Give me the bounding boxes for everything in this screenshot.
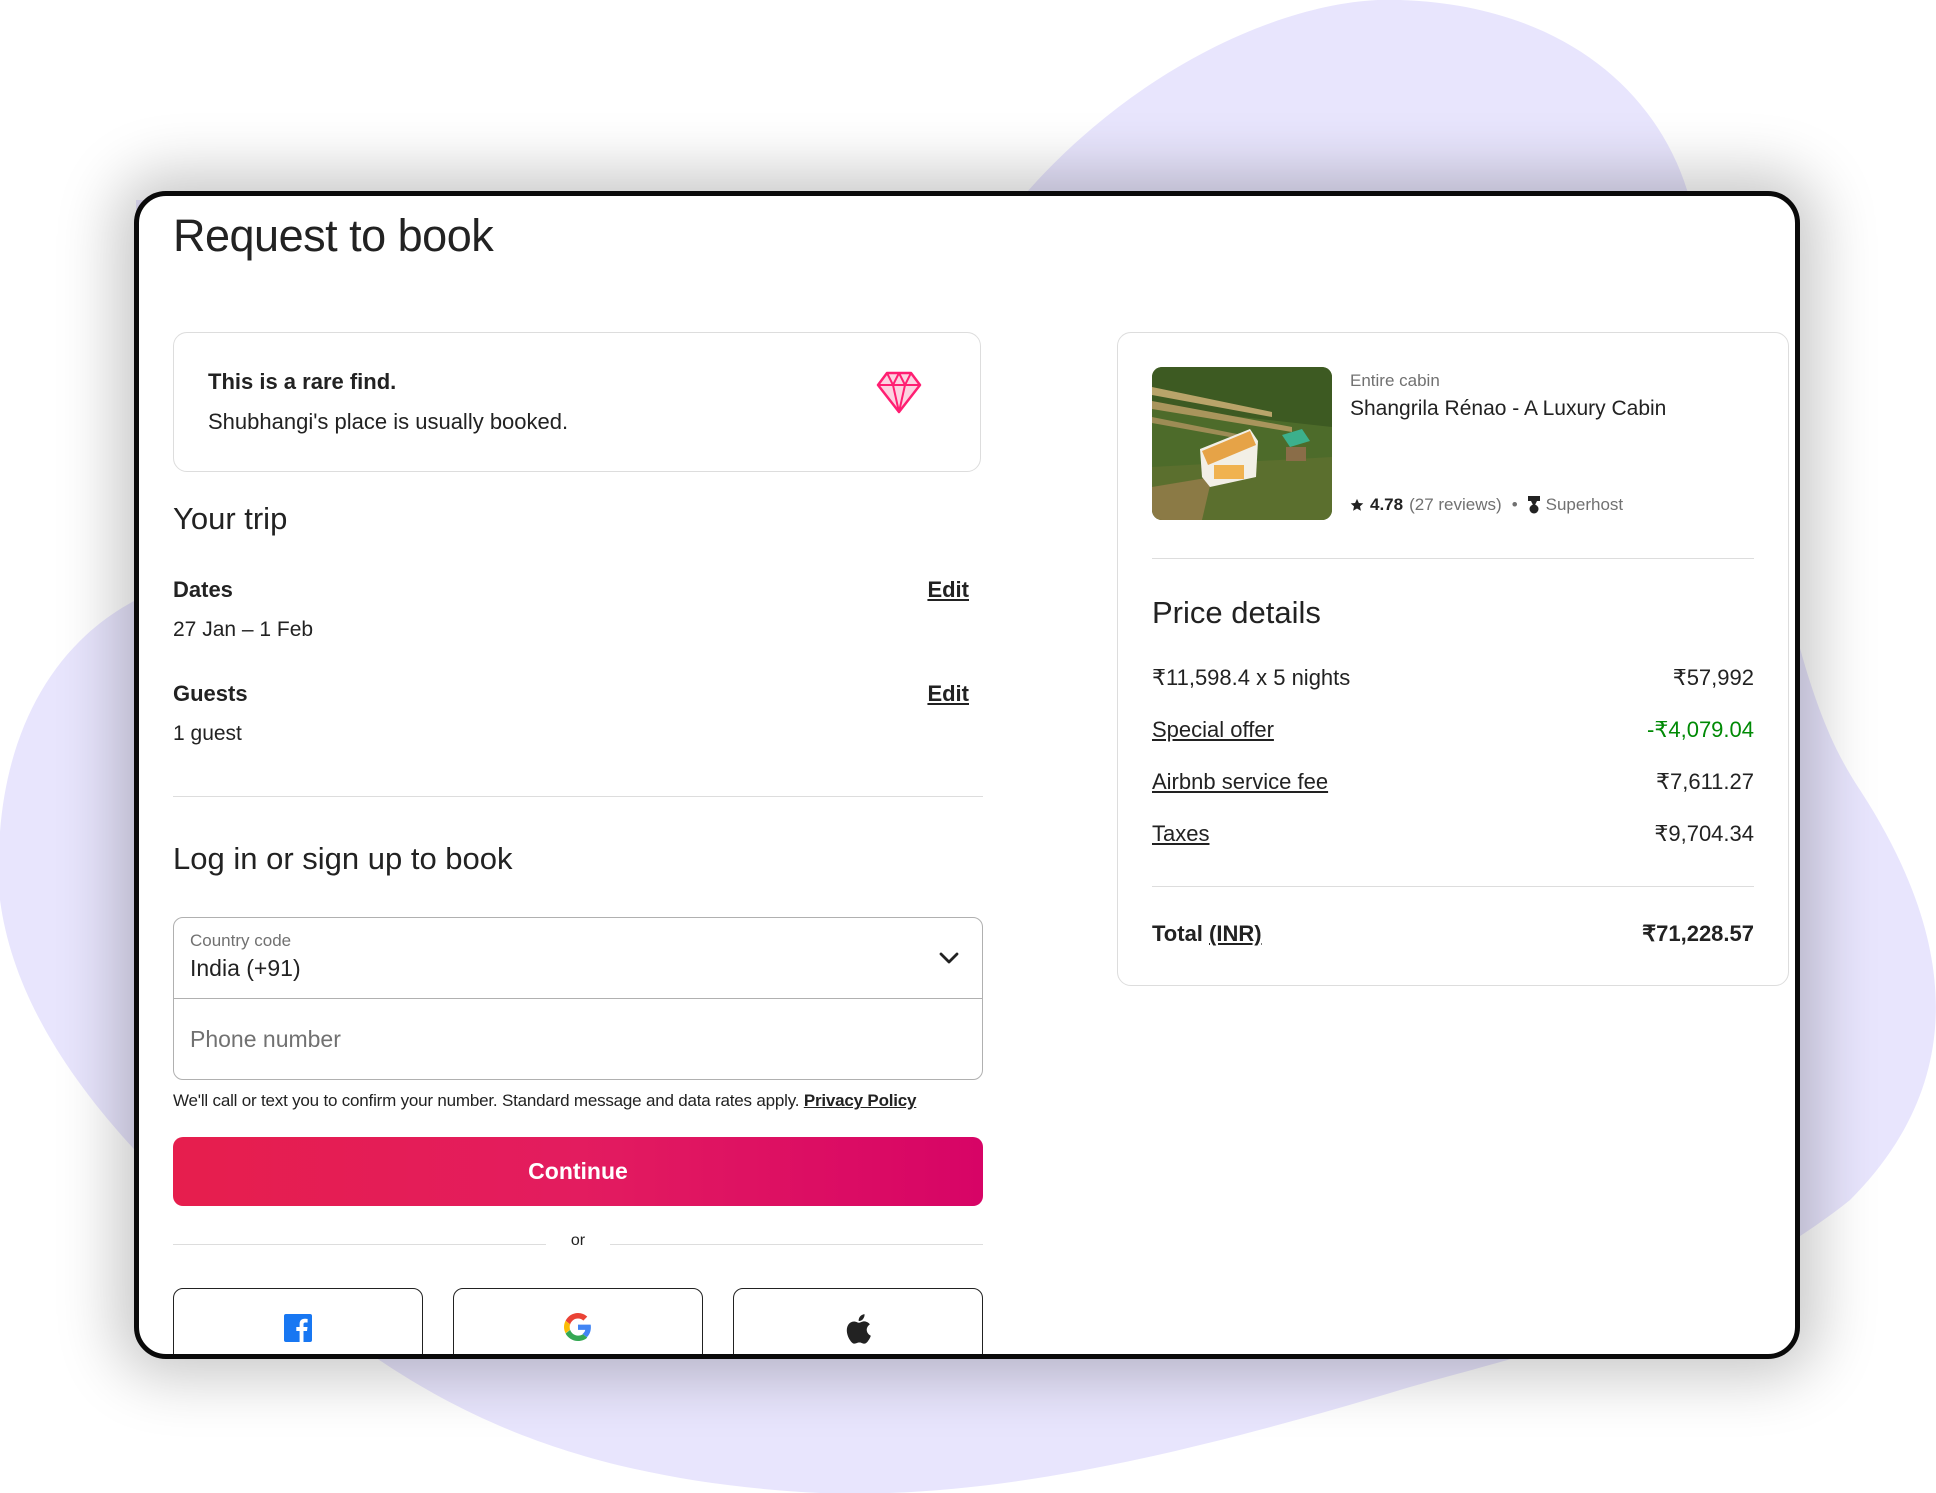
price-row-service-fee: Airbnb service fee ₹7,611.27 xyxy=(1152,769,1754,799)
section-divider xyxy=(173,796,983,797)
price-row-amount: -₹4,079.04 xyxy=(1647,717,1754,742)
special-offer-link[interactable]: Special offer xyxy=(1152,717,1274,747)
dates-label: Dates xyxy=(173,577,233,602)
superhost-badge: Superhost xyxy=(1545,495,1624,514)
price-row-special-offer: Special offer -₹4,079.04 xyxy=(1152,717,1754,747)
price-row-amount: ₹57,992 xyxy=(1672,665,1754,690)
price-row-total: Total (INR) ₹71,228.57 xyxy=(1152,921,1754,951)
browser-frame: Request to book This is a rare find. Shu… xyxy=(134,191,1800,1359)
listing-photo xyxy=(1152,367,1332,520)
price-row-amount: ₹7,611.27 xyxy=(1655,769,1754,794)
country-code-select[interactable]: Country code India (+91) xyxy=(174,918,982,999)
price-row-nights: ₹11,598.4 x 5 nights ₹57,992 xyxy=(1152,665,1754,695)
phone-note-text: We'll call or text you to confirm your n… xyxy=(173,1091,800,1110)
service-fee-link[interactable]: Airbnb service fee xyxy=(1152,769,1328,799)
listing-summary-card: Entire cabin Shangrila Rénao - A Luxury … xyxy=(1117,332,1789,986)
country-code-label: Country code xyxy=(190,931,292,950)
phone-note: We'll call or text you to confirm your n… xyxy=(173,1091,917,1111)
listing-rating: 4.78 (27 reviews) • Superhost xyxy=(1350,495,1623,515)
taxes-link[interactable]: Taxes xyxy=(1152,821,1209,851)
or-label: or xyxy=(570,1232,586,1249)
edit-guests-link[interactable]: Edit xyxy=(927,681,969,707)
google-icon xyxy=(564,1313,591,1341)
superhost-icon xyxy=(1527,496,1540,514)
rating-separator: • xyxy=(1511,495,1518,514)
currency-link[interactable]: (INR) xyxy=(1209,921,1262,946)
star-icon xyxy=(1350,498,1364,511)
rating-value: 4.78 xyxy=(1370,495,1404,514)
rare-find-card: This is a rare find. Shubhangi's place i… xyxy=(173,332,981,472)
card-divider xyxy=(1152,558,1754,559)
page-title: Request to book xyxy=(173,210,494,261)
price-row-taxes: Taxes ₹9,704.34 xyxy=(1152,821,1754,851)
total-label: Total xyxy=(1152,921,1203,946)
diamond-icon xyxy=(876,371,922,414)
login-heading: Log in or sign up to book xyxy=(173,841,513,876)
total-divider xyxy=(1152,886,1754,887)
guests-label: Guests xyxy=(173,681,248,706)
guests-value: 1 guest xyxy=(173,722,242,745)
total-label-group: Total (INR) xyxy=(1152,921,1262,951)
price-details-heading: Price details xyxy=(1152,595,1321,630)
review-count: (27 reviews) xyxy=(1409,495,1502,514)
apple-login-button[interactable] xyxy=(733,1288,983,1354)
google-login-button[interactable] xyxy=(453,1288,703,1354)
or-separator: or xyxy=(173,1232,983,1256)
phone-form: Country code India (+91) xyxy=(173,917,983,1080)
listing-type: Entire cabin xyxy=(1350,371,1440,390)
dates-value: 27 Jan – 1 Feb xyxy=(173,618,314,641)
your-trip-heading: Your trip xyxy=(173,501,288,536)
listing-name: Shangrila Rénao - A Luxury Cabin xyxy=(1350,397,1667,420)
apple-icon xyxy=(846,1314,871,1344)
total-amount: ₹71,228.57 xyxy=(1642,921,1754,946)
phone-number-input[interactable] xyxy=(174,999,982,1079)
rare-find-subtitle: Shubhangi's place is usually booked. xyxy=(208,409,569,434)
chevron-down-icon xyxy=(939,952,959,964)
country-code-value: India (+91) xyxy=(190,955,301,981)
facebook-icon xyxy=(284,1314,312,1342)
facebook-login-button[interactable] xyxy=(173,1288,423,1354)
continue-button[interactable]: Continue xyxy=(173,1137,983,1206)
rare-find-title: This is a rare find. xyxy=(208,369,397,394)
privacy-policy-link[interactable]: Privacy Policy xyxy=(804,1091,917,1110)
price-row-label: ₹11,598.4 x 5 nights xyxy=(1152,665,1351,690)
edit-dates-link[interactable]: Edit xyxy=(927,577,969,603)
price-row-amount: ₹9,704.34 xyxy=(1654,821,1754,846)
